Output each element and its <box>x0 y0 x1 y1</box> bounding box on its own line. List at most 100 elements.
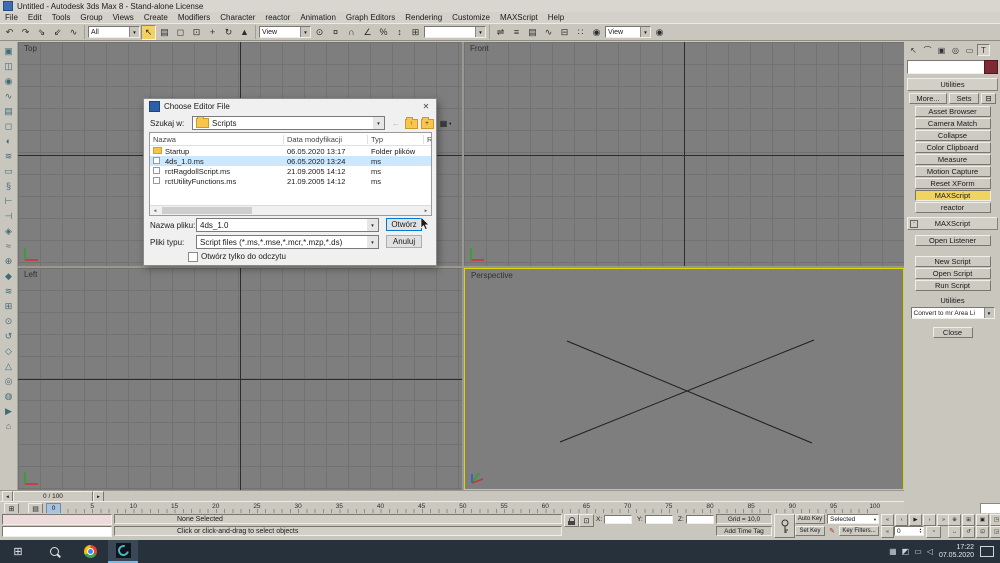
utility-button[interactable]: Reset XForm <box>915 178 991 189</box>
file-row[interactable]: rctRagdollScript.ms 21.09.2005 14:12 ms <box>150 166 431 176</box>
chevron-down-icon[interactable]: ▼ <box>367 219 378 231</box>
run-script-button[interactable]: Run Script <box>915 280 991 291</box>
menu-item[interactable]: Views <box>108 13 139 22</box>
wind-icon[interactable]: ≈ <box>2 239 16 253</box>
close-utility-button[interactable]: Close <box>933 327 973 338</box>
open-listener-button[interactable]: Open Listener <box>915 235 991 246</box>
viewport-left[interactable]: Left <box>18 268 462 490</box>
constraint-solver-icon[interactable]: ⊞ <box>2 299 16 313</box>
angle-snap-icon[interactable]: ∠ <box>360 25 375 40</box>
spinner-snap-icon[interactable]: ↕ <box>392 25 407 40</box>
menu-item[interactable]: Animation <box>295 13 341 22</box>
close-icon[interactable]: ✕ <box>418 100 434 112</box>
cancel-button[interactable]: Anuluj <box>386 235 422 248</box>
key-mode-toggle-icon[interactable]: « <box>881 526 894 538</box>
y-coordinate-field[interactable] <box>645 515 673 524</box>
key-mode-dropdown[interactable]: Selected ▼ <box>827 514 879 524</box>
cloth-modifier-icon[interactable]: ◻ <box>2 119 16 133</box>
zoom-icon[interactable]: ⊕ <box>948 514 961 526</box>
taskbar-clock[interactable]: 17:22 07.05.2020 <box>939 544 974 560</box>
mirror-icon[interactable]: ⇌ <box>493 25 508 40</box>
z-coordinate-field[interactable] <box>686 515 714 524</box>
absolute-offset-toggle-icon[interactable]: ⊡ <box>579 514 594 527</box>
utility-button[interactable]: Asset Browser <box>915 106 991 117</box>
tab-motion[interactable]: ◎ <box>949 44 962 56</box>
select-and-link-icon[interactable]: ⇘ <box>34 25 49 40</box>
menu-item[interactable]: File <box>0 13 23 22</box>
render-type-dropdown[interactable]: View ▼ <box>605 26 651 38</box>
search-button[interactable] <box>36 540 72 563</box>
zoom-extents-icon[interactable]: ▣ <box>976 514 989 526</box>
create-animation-icon[interactable]: ⌂ <box>2 419 16 433</box>
select-and-move-icon[interactable]: + <box>205 25 220 40</box>
slider-left-arrow[interactable]: ◄ <box>2 491 13 502</box>
water-icon[interactable]: ≋ <box>2 284 16 298</box>
align-icon[interactable]: ≡ <box>509 25 524 40</box>
scrollbar-thumb[interactable] <box>162 207 252 214</box>
file-row[interactable]: rctUtilityFunctions.ms 21.09.2005 14:12 … <box>150 176 431 186</box>
min-max-toggle-icon[interactable]: ◲ <box>990 526 1000 538</box>
scroll-left-icon[interactable]: ◄ <box>150 206 160 215</box>
select-by-name-icon[interactable]: ▤ <box>157 25 172 40</box>
viewport-label[interactable]: Top <box>24 44 37 53</box>
soft-body-modifier-icon[interactable]: ◐ <box>2 134 16 148</box>
curve-editor-icon[interactable]: ∿ <box>541 25 556 40</box>
menu-item[interactable]: Character <box>215 13 260 22</box>
horizontal-scrollbar[interactable]: ◄ ► <box>150 205 431 215</box>
zoom-extents-all-icon[interactable]: ◳ <box>990 514 1000 526</box>
select-and-scale-icon[interactable]: ▲ <box>237 25 252 40</box>
point-path-constraint-icon[interactable]: ◍ <box>2 389 16 403</box>
rectangular-selection-icon[interactable]: ◻ <box>173 25 188 40</box>
viewport-label[interactable]: Front <box>470 44 489 53</box>
column-header-type[interactable]: Typ <box>371 135 383 144</box>
tray-volume-icon[interactable]: ◁ <box>927 547 933 556</box>
tray-app-icon[interactable]: ▦ <box>889 547 897 556</box>
car-wheel-constraint-icon[interactable]: ◎ <box>2 374 16 388</box>
file-name-input[interactable]: 4ds_1.0 ▼ <box>196 218 379 232</box>
quick-render-icon[interactable]: ◉ <box>652 25 667 40</box>
utility-button[interactable]: reactor <box>915 202 991 213</box>
redo-icon[interactable]: ↷ <box>18 25 33 40</box>
back-icon[interactable]: ← <box>389 117 403 130</box>
utility-button[interactable]: Camera Match <box>915 118 991 129</box>
sets-button[interactable]: Sets <box>949 93 979 104</box>
tray-display-icon[interactable]: ▭ <box>914 547 922 556</box>
named-selection-dropdown[interactable]: ▼ <box>424 26 486 38</box>
chrome-taskbar-button[interactable] <box>72 540 108 563</box>
utility-button[interactable]: Measure <box>915 154 991 165</box>
deforming-mesh-collection-icon[interactable]: ▤ <box>2 104 16 118</box>
menu-item[interactable]: Help <box>543 13 569 22</box>
viewport-front[interactable]: Front <box>464 42 904 266</box>
utility-button[interactable]: Collapse <box>915 130 991 141</box>
hinge-constraint-icon[interactable]: ↺ <box>2 329 16 343</box>
chevron-down-icon[interactable]: ▼ <box>984 308 994 318</box>
menu-item[interactable]: Tools <box>47 13 76 22</box>
maxscript-utility-dropdown[interactable]: Convert to mr Area Li ▼ <box>911 307 995 319</box>
menu-item[interactable]: Rendering <box>400 13 447 22</box>
maxscript-rollout-header[interactable]: - MAXScript <box>907 217 998 230</box>
window-crossing-icon[interactable]: ⊡ <box>189 25 204 40</box>
utilities-rollout-header[interactable]: Utilities <box>907 78 998 91</box>
key-filters-button[interactable]: Key Filters... <box>839 526 879 536</box>
more-button[interactable]: More... <box>909 93 947 104</box>
plane-icon[interactable]: ▭ <box>2 164 16 178</box>
tab-modify[interactable]: ⌒ <box>921 44 934 56</box>
scene-spline-x[interactable] <box>465 269 903 489</box>
select-and-rotate-icon[interactable]: ↻ <box>221 25 236 40</box>
chevron-down-icon[interactable]: ▼ <box>129 27 139 37</box>
utility-button[interactable]: Motion Capture <box>915 166 991 177</box>
menu-item[interactable]: Customize <box>447 13 495 22</box>
unlink-selection-icon[interactable]: ⇙ <box>50 25 65 40</box>
zoom-all-icon[interactable]: ⊞ <box>962 514 975 526</box>
utility-button[interactable]: Color Clipboard <box>915 142 991 153</box>
shortcut-override-icon[interactable]: ✎ <box>827 526 837 536</box>
color-swatch-field[interactable] <box>907 60 998 74</box>
3dsmax-taskbar-button[interactable] <box>108 540 138 563</box>
menu-item[interactable]: Edit <box>23 13 47 22</box>
dialog-title-bar[interactable]: Choose Editor File <box>144 99 436 113</box>
selection-filter-dropdown[interactable]: All ▼ <box>88 26 140 38</box>
open-script-button[interactable]: Open Script <box>915 268 991 279</box>
file-row[interactable]: Startup 06.05.2020 13:17 Folder plików <box>150 146 431 156</box>
column-header-date[interactable]: Data modyfikacji <box>287 135 342 144</box>
column-header-name[interactable]: Nazwa <box>153 135 176 144</box>
